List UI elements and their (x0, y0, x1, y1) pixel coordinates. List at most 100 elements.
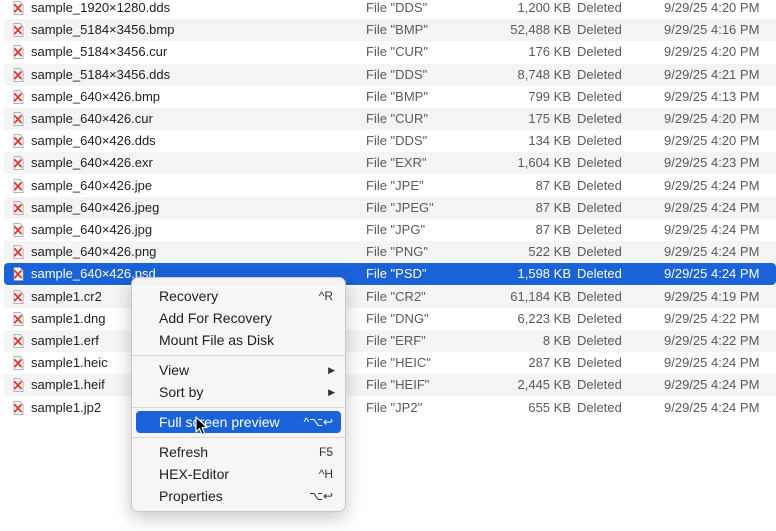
deleted-file-icon (13, 134, 24, 149)
deleted-file-icon (13, 45, 24, 60)
file-status: Deleted (577, 399, 622, 415)
file-status: Deleted (577, 111, 622, 126)
file-row[interactable]: sample_640×426.jpeg File "JPEG" 87 KB Delet… (4, 196, 776, 219)
menu-item-label: Recovery (159, 288, 219, 304)
menu-item-shortcut: ^H (318, 467, 333, 481)
file-date: 9/29/25 4:21 PM (664, 66, 760, 82)
file-date: 9/29/25 4:24 PM (664, 244, 760, 260)
file-size: 2,445 KB (517, 377, 572, 393)
file-row[interactable]: sample_640×426.dds File "DDS" 134 KB Delete… (4, 130, 776, 152)
file-row[interactable]: sample_640×426.cur File "CUR" 175 KB Delete… (4, 108, 776, 130)
file-date: 9/29/25 4:20 PM (664, 44, 760, 60)
file-size: 799 KB (528, 88, 571, 104)
submenu-arrow-icon: ▶ (328, 387, 335, 397)
menu-item-label: Add For Recovery (159, 310, 272, 326)
file-date: 9/29/25 4:20 PM (664, 111, 760, 126)
file-status: Deleted (577, 377, 622, 393)
deleted-file-icon (13, 23, 24, 38)
deleted-file-icon (13, 356, 24, 371)
file-name: sample_640×426.bmp (31, 88, 161, 104)
menu-item-hex-editor[interactable]: HEX-Editor ^H (136, 463, 341, 485)
file-status: Deleted (577, 44, 622, 60)
file-name: sample_640×426.cur (31, 111, 153, 126)
menu-item-sort-by[interactable]: Sort by ▶ (136, 381, 341, 403)
file-name: sample_640×426.jpg (31, 222, 153, 237)
file-name: sample_5184×3456.bmp (31, 22, 175, 38)
menu-item-label: HEX-Editor (159, 466, 230, 482)
file-date: 9/29/25 4:19 PM (664, 288, 760, 304)
menu-item-recovery[interactable]: Recovery ^R (136, 285, 341, 307)
file-status: Deleted (577, 22, 622, 38)
deleted-file-icon (13, 400, 24, 415)
file-size: 8 KB (542, 333, 571, 348)
menu-item-add-for-recovery[interactable]: Add For Recovery (136, 307, 341, 329)
menu-item-refresh[interactable]: Refresh F5 (136, 441, 341, 463)
file-row[interactable]: sample_1920×1280.dds File "DDS" 1,200 KB De… (4, 0, 776, 19)
file-status: Deleted (577, 88, 622, 104)
file-date: 9/29/25 4:24 PM (664, 222, 760, 237)
file-status: Deleted (577, 199, 622, 215)
menu-item-mount-file-as-disk[interactable]: Mount File as Disk (136, 329, 341, 351)
file-date: 9/29/25 4:24 PM (664, 355, 760, 371)
menu-item-full-screen-preview[interactable]: Full screen preview ^⌥↩ (136, 411, 341, 433)
file-row[interactable]: sample_640×426.bmp File "BMP" 799 KB Delete… (4, 86, 776, 108)
file-date: 9/29/25 4:22 PM (664, 310, 760, 326)
menu-item-label: Refresh (159, 444, 209, 460)
file-row[interactable]: sample1.heic File "HEIC" 287 KB Deleted 9/29… (4, 352, 776, 374)
deleted-file-icon (13, 1, 24, 15)
deleted-file-icon (13, 378, 24, 393)
deleted-file-icon (13, 334, 24, 348)
file-size: 1,200 KB (517, 0, 572, 15)
submenu-arrow-icon: ▶ (328, 365, 335, 375)
file-size: 87 KB (535, 222, 571, 237)
file-row[interactable]: sample_640×426.jpg File "JPG" 87 KB Deleted… (4, 219, 776, 241)
file-row[interactable]: sample1.cr2 File "CR2" 61,184 KB Deleted 9/2… (4, 285, 776, 308)
menu-item-label: Sort by (159, 384, 204, 400)
file-size: 287 KB (528, 355, 571, 371)
file-row[interactable]: sample_640×426.exr File "EXR" 1,604 KB Dele… (4, 152, 776, 175)
file-date: 9/29/25 4:24 PM (664, 399, 760, 415)
file-row[interactable]: sample_640×426.jpe File "JPE" 87 KB Deleted… (4, 175, 776, 197)
menu-item-shortcut: ^R (318, 289, 333, 303)
file-row[interactable]: sample1.erf File "ERF" 8 KB Deleted 9/29/25 … (4, 330, 776, 352)
deleted-file-icon (13, 156, 24, 171)
file-row[interactable]: sample_640×426.png File "PNG" 522 KB Delete… (4, 241, 776, 264)
menu-item-shortcut: ^⌥↩ (303, 415, 333, 429)
file-size: 1,604 KB (517, 155, 572, 171)
file-size: 175 KB (528, 111, 571, 126)
menu-item-properties[interactable]: Properties ⌥↩ (136, 485, 341, 507)
file-status: Deleted (577, 244, 622, 260)
file-size: 176 KB (528, 44, 571, 60)
file-date: 9/29/25 4:24 PM (664, 266, 760, 282)
file-row[interactable]: sample_5184×3456.cur File "CUR" 176 KB Dele… (4, 41, 776, 63)
file-size: 8,748 KB (517, 66, 572, 82)
file-row[interactable]: sample1.dng File "DNG" 6,223 KB Deleted 9/29… (4, 308, 776, 330)
menu-item-view[interactable]: View ▶ (136, 359, 341, 381)
file-name: sample_640×426.dds (31, 133, 156, 149)
file-status: Deleted (577, 222, 622, 237)
file-row[interactable]: sample_640×426.psd File "PSD" 1,598 KB Dele… (4, 263, 776, 286)
file-size: 61,184 KB (510, 288, 571, 304)
deleted-file-icon (13, 67, 24, 82)
menu-separator (132, 407, 345, 408)
file-size: 1,598 KB (517, 266, 572, 282)
file-status: Deleted (577, 310, 622, 326)
file-row[interactable]: sample1.jp2 File "JP2" 655 KB Deleted 9/29/2… (4, 397, 776, 419)
file-status: Deleted (577, 133, 622, 149)
file-name: sample_640×426.jpe (31, 177, 153, 193)
menu-item-shortcut: F5 (318, 445, 333, 459)
file-size: 87 KB (535, 177, 571, 193)
menu-item-shortcut: ⌥↩ (309, 489, 333, 503)
file-date: 9/29/25 4:13 PM (664, 88, 760, 104)
file-row[interactable]: sample1.heif File "HEIF" 2,445 KB Deleted 9/… (4, 374, 776, 397)
file-status: Deleted (577, 66, 622, 82)
menu-item-label: Mount File as Disk (159, 332, 275, 348)
file-row[interactable]: sample_5184×3456.bmp File "BMP" 52,488 KB D… (4, 19, 776, 42)
menu-item-label: Properties (159, 488, 223, 504)
file-date: 9/29/25 4:24 PM (664, 177, 760, 193)
deleted-file-icon (13, 267, 24, 282)
file-row[interactable]: sample_5184×3456.dds File "DDS" 8,748 KB De… (4, 63, 776, 86)
file-name: sample_640×426.exr (31, 155, 153, 171)
file-name: sample_640×426.jpeg (31, 199, 160, 215)
file-size: 134 KB (528, 133, 571, 149)
